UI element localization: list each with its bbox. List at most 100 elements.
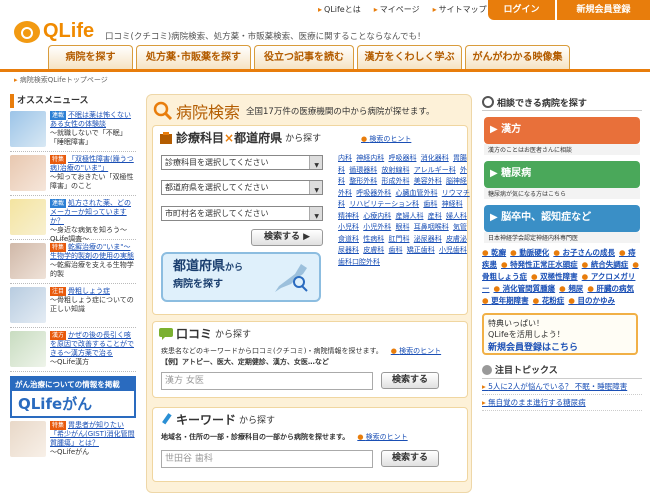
condition-link[interactable]: 肝臓の病気: [587, 284, 634, 293]
nav-tab-articles[interactable]: 役立つ記事を読む: [254, 45, 354, 69]
specialty-link[interactable]: 内科: [338, 154, 352, 162]
keyword-note-text: 地域名・住所の一部・診療科目の一部から病院を探せます。: [161, 433, 350, 441]
consult-banner[interactable]: ▶ 糖尿病: [484, 161, 640, 188]
keyword-search-input[interactable]: 世田谷 歯科: [161, 450, 373, 468]
specialty-search-button[interactable]: 検索する ▶: [251, 229, 323, 246]
specialty-link[interactable]: 神経内科: [356, 154, 384, 162]
specialty-link[interactable]: 皮膚科: [363, 246, 384, 254]
news-title[interactable]: 骨粗しょう症: [68, 287, 110, 295]
condition-link[interactable]: 目のかゆみ: [568, 296, 615, 305]
review-search-input[interactable]: 漢方 女医: [161, 372, 373, 390]
news-item[interactable]: 特集 胃患者が知りたい「希少がん(GIST)消化管間質腫瘍」とは？ ～QLifeがん: [10, 418, 136, 462]
specialty-link[interactable]: 眼科: [395, 223, 409, 231]
specialty-link[interactable]: 産婦人科: [395, 212, 423, 220]
signup-button[interactable]: 新規会員登録: [557, 0, 650, 20]
specialty-link-list: 内科 神経内科 呼吸器科 消化器科 胃腸科 循環器科 放射線科 アレルギー科 外…: [338, 153, 473, 268]
news-thumbnail: [10, 155, 46, 191]
specialty-link[interactable]: 性病科: [363, 235, 384, 243]
news-item[interactable]: 連載 不眠は薬は怖くないある女性の体験談 ～就職しないで「不眠」「睡眠障害」: [10, 108, 136, 152]
news-badge: 連載: [50, 111, 67, 120]
logo[interactable]: QLife: [14, 20, 94, 43]
section-suffix: から探す: [239, 416, 276, 426]
news-item[interactable]: 特集 乾癬治療の"いま"～生物学的製剤の使用の実態 ～乾癬治療を支える生物学的製: [10, 240, 136, 284]
nav-tab-hospital[interactable]: 病院を探す: [48, 45, 133, 69]
condition-link[interactable]: 特発性正常圧水頭症: [501, 260, 578, 269]
specialty-link[interactable]: 小児外科: [363, 223, 391, 231]
specialty-link[interactable]: リハビリテーション科: [349, 200, 419, 208]
link-sitemap[interactable]: サイトマップ: [433, 4, 487, 15]
specialty-link[interactable]: 矯正歯科: [407, 246, 435, 254]
search-hint-link[interactable]: 検索のヒント: [357, 433, 407, 441]
condition-link[interactable]: 更年期障害: [482, 296, 529, 305]
specialty-link[interactable]: 形成外科: [381, 177, 409, 185]
prefecture-select[interactable]: 都道府県を選択してください ▼: [161, 180, 323, 195]
specialty-link[interactable]: 耳鼻咽喉科: [414, 223, 449, 231]
news-sub: ～乾癬治療を支える生物学的製: [50, 261, 134, 278]
city-select-value: 市町村名を選択してください: [165, 209, 269, 218]
search-hint-link[interactable]: 検索のヒント: [361, 134, 411, 144]
condition-link[interactable]: 消化管間質腫瘍: [494, 284, 556, 293]
breadcrumb: 病院検索QLifeトップページ: [14, 75, 108, 85]
specialty-link[interactable]: 歯科: [388, 246, 402, 254]
specialty-link[interactable]: 婦人科: [446, 212, 467, 220]
news-item[interactable]: 漢方 かぜの後の長引く咳を原因で改善することができる～漢方薬で治る ～QLife漢方: [10, 328, 136, 372]
specialty-link[interactable]: アレルギー科: [414, 166, 456, 174]
specialty-link[interactable]: 肛門科: [388, 235, 409, 243]
nav-tab-kampo[interactable]: 漢方をくわしく学ぶ: [357, 45, 462, 69]
specialty-link[interactable]: 心療内科: [363, 212, 391, 220]
condition-link[interactable]: 動脈硬化: [510, 248, 549, 257]
news-heading: オススメニュース: [10, 94, 136, 108]
cancer-banner[interactable]: がん治療についての情報を掲載 QLifeがん: [10, 376, 136, 418]
specialty-link[interactable]: 産科: [428, 212, 442, 220]
hospital-search-panel: 病院検索 全国17万件の医療機関の中から病院が探せます。 診療科目 × 都道府県 か…: [146, 94, 472, 493]
link-mypage[interactable]: マイページ: [374, 4, 420, 15]
condition-link[interactable]: お子さんの成長: [553, 248, 615, 257]
specialty-link[interactable]: 整形外科: [349, 177, 377, 185]
specialty-link[interactable]: 放射線科: [381, 166, 409, 174]
news-thumbnail: [10, 199, 46, 235]
specialty-link[interactable]: 呼吸器外科: [356, 189, 391, 197]
specialty-link[interactable]: 泌尿器科: [414, 235, 442, 243]
link-about[interactable]: QLifeとは: [318, 4, 361, 15]
consult-heading-text: 相談できる病院を探す: [497, 98, 587, 109]
news-item[interactable]: 特集 「双極性障害(躁うつ病)治療の"いま"」 ～知っておきたい「双極性障害」のこと: [10, 152, 136, 196]
condition-link[interactable]: 統合失調症: [582, 260, 629, 269]
consult-banner[interactable]: ▶ 漢方: [484, 117, 640, 144]
topic-item[interactable]: 無自覚のまま進行する糖尿病: [482, 395, 642, 411]
specialty-link[interactable]: 心臓血管外科: [395, 189, 437, 197]
news-item[interactable]: 注目 骨粗しょう症 ～骨粗しょう症についての正しい知識: [10, 284, 136, 328]
news-item[interactable]: 連載 処方された薬、どのメーカーか知っていますか？ ～身近な病気を知ろう～QLife…: [10, 196, 136, 243]
consult-banner[interactable]: ▶ 脳卒中、認知症など: [484, 205, 640, 232]
promo-line2: QLifeを活用しよう！: [488, 330, 565, 339]
search-hint-link[interactable]: 検索のヒント: [391, 347, 441, 355]
review-search-button[interactable]: 検索する: [381, 372, 439, 389]
specialty-link[interactable]: 呼吸器科: [388, 154, 416, 162]
specialty-link[interactable]: 循環器科: [349, 166, 377, 174]
review-search-example: 【例】アトピー、医大、定期健診、漢方、女医…など: [161, 358, 329, 366]
review-search-section: 口コミ から探す 疾患名などのキーワードから口コミ(クチコミ)・病院情報を探せます…: [152, 321, 468, 398]
specialty-link[interactable]: 小児科: [338, 223, 359, 231]
condition-link[interactable]: 双極性障害: [531, 272, 578, 281]
news-badge: 特集: [50, 421, 67, 430]
signup-promo[interactable]: 特典いっぱい！ QLifeを活用しよう！ 新規会員登録はこちら: [482, 313, 638, 355]
login-button[interactable]: ログイン: [488, 0, 555, 20]
condition-link[interactable]: 頻尿: [559, 284, 583, 293]
city-select[interactable]: 市町村名を選択してください ▼: [161, 206, 323, 221]
topic-item[interactable]: 5人に2人が悩んでいる？ 不眠・睡眠障害: [482, 379, 642, 395]
specialty-link[interactable]: 消化器科: [421, 154, 449, 162]
specialty-link[interactable]: 美容外科: [414, 177, 442, 185]
keyword-search-button[interactable]: 検索する: [381, 450, 439, 467]
prefecture-map-button[interactable]: 都道府県から 病院を探す: [161, 252, 321, 302]
logo-text: QLife: [43, 20, 95, 42]
specialty-link[interactable]: 小児歯科: [439, 246, 467, 254]
specialty-select[interactable]: 診療科目を選択してください ▼: [161, 155, 323, 170]
nav-tab-medicine[interactable]: 処方薬･市販薬を探す: [136, 45, 251, 69]
main-nav: 病院を探す 処方薬･市販薬を探す 役立つ記事を読む 漢方をくわしく学ぶ がんがわ…: [48, 45, 573, 69]
specialty-link[interactable]: 神経科: [442, 200, 463, 208]
specialty-link[interactable]: 歯科: [423, 200, 437, 208]
condition-link[interactable]: 花粉症: [533, 296, 565, 305]
condition-link[interactable]: 乾癬: [482, 248, 506, 257]
specialty-link[interactable]: 精神科: [338, 212, 359, 220]
specialty-link[interactable]: 歯科口腔外科: [338, 258, 380, 266]
nav-tab-cancer[interactable]: がんがわかる映像集: [465, 45, 570, 69]
